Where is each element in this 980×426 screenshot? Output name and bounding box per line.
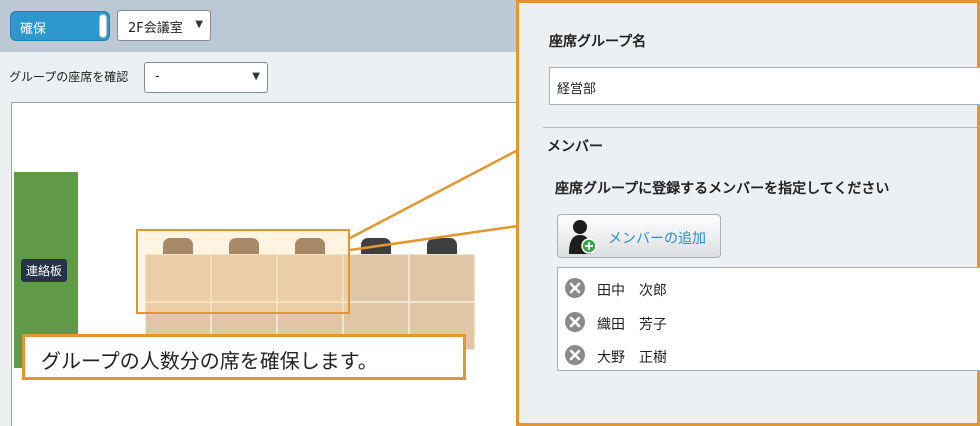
toggle-knob[interactable] <box>99 14 107 38</box>
reserve-toggle-label: 確保 <box>20 22 47 37</box>
reserve-toggle[interactable]: 確保 <box>10 11 110 41</box>
add-member-label: メンバーの追加 <box>608 231 706 247</box>
room-select-value: 2F会議室 <box>128 21 183 36</box>
member-row: 大野 正樹 <box>564 344 964 368</box>
seat-group-name-input[interactable]: 経営部 <box>549 67 980 105</box>
room-select[interactable]: 2F会議室 ▼ <box>117 10 211 41</box>
user-add-icon <box>569 220 597 254</box>
add-member-button[interactable]: メンバーの追加 <box>557 214 721 258</box>
remove-circle-icon[interactable] <box>564 344 586 366</box>
member-name: 大野 正樹 <box>597 350 667 366</box>
member-row: 織田 芳子 <box>564 311 964 335</box>
group-filter-row: グループの座席を確認 - ▼ <box>0 52 518 102</box>
remove-circle-icon[interactable] <box>564 311 586 333</box>
divider <box>543 127 977 128</box>
seat-desk[interactable] <box>343 254 409 302</box>
callout-box: グループの人数分の席を確保します。 <box>22 334 466 380</box>
member-row: 田中 次郎 <box>564 277 964 301</box>
member-instruction: 座席グループに登録するメンバーを指定してください <box>555 181 890 197</box>
caret-down-icon: ▼ <box>195 19 203 30</box>
group-select[interactable]: - ▼ <box>144 62 268 93</box>
group-filter-label: グループの座席を確認 <box>9 70 129 84</box>
toolbar: 確保 2F会議室 ▼ <box>0 0 518 52</box>
seat-group-name-value: 経営部 <box>557 82 597 97</box>
group-select-value: - <box>155 69 160 84</box>
reserved-seats-highlight <box>136 229 350 314</box>
callout-text: グループの人数分の席を確保します。 <box>41 349 378 373</box>
caret-down-icon: ▼ <box>252 71 260 82</box>
seat-desk[interactable] <box>409 254 475 302</box>
remove-circle-icon[interactable] <box>564 277 586 299</box>
seat-group-panel: 座席グループ名 経営部 メンバー 座席グループに登録するメンバーを指定してくださ… <box>516 0 980 426</box>
member-heading: メンバー <box>547 139 603 155</box>
member-name: 田中 次郎 <box>597 283 667 299</box>
member-name: 織田 芳子 <box>597 317 667 333</box>
notice-board-label: 連絡板 <box>21 259 68 282</box>
member-list: 田中 次郎 織田 芳子 大野 正樹 <box>557 267 980 371</box>
seat-group-name-heading: 座席グループ名 <box>549 34 647 50</box>
